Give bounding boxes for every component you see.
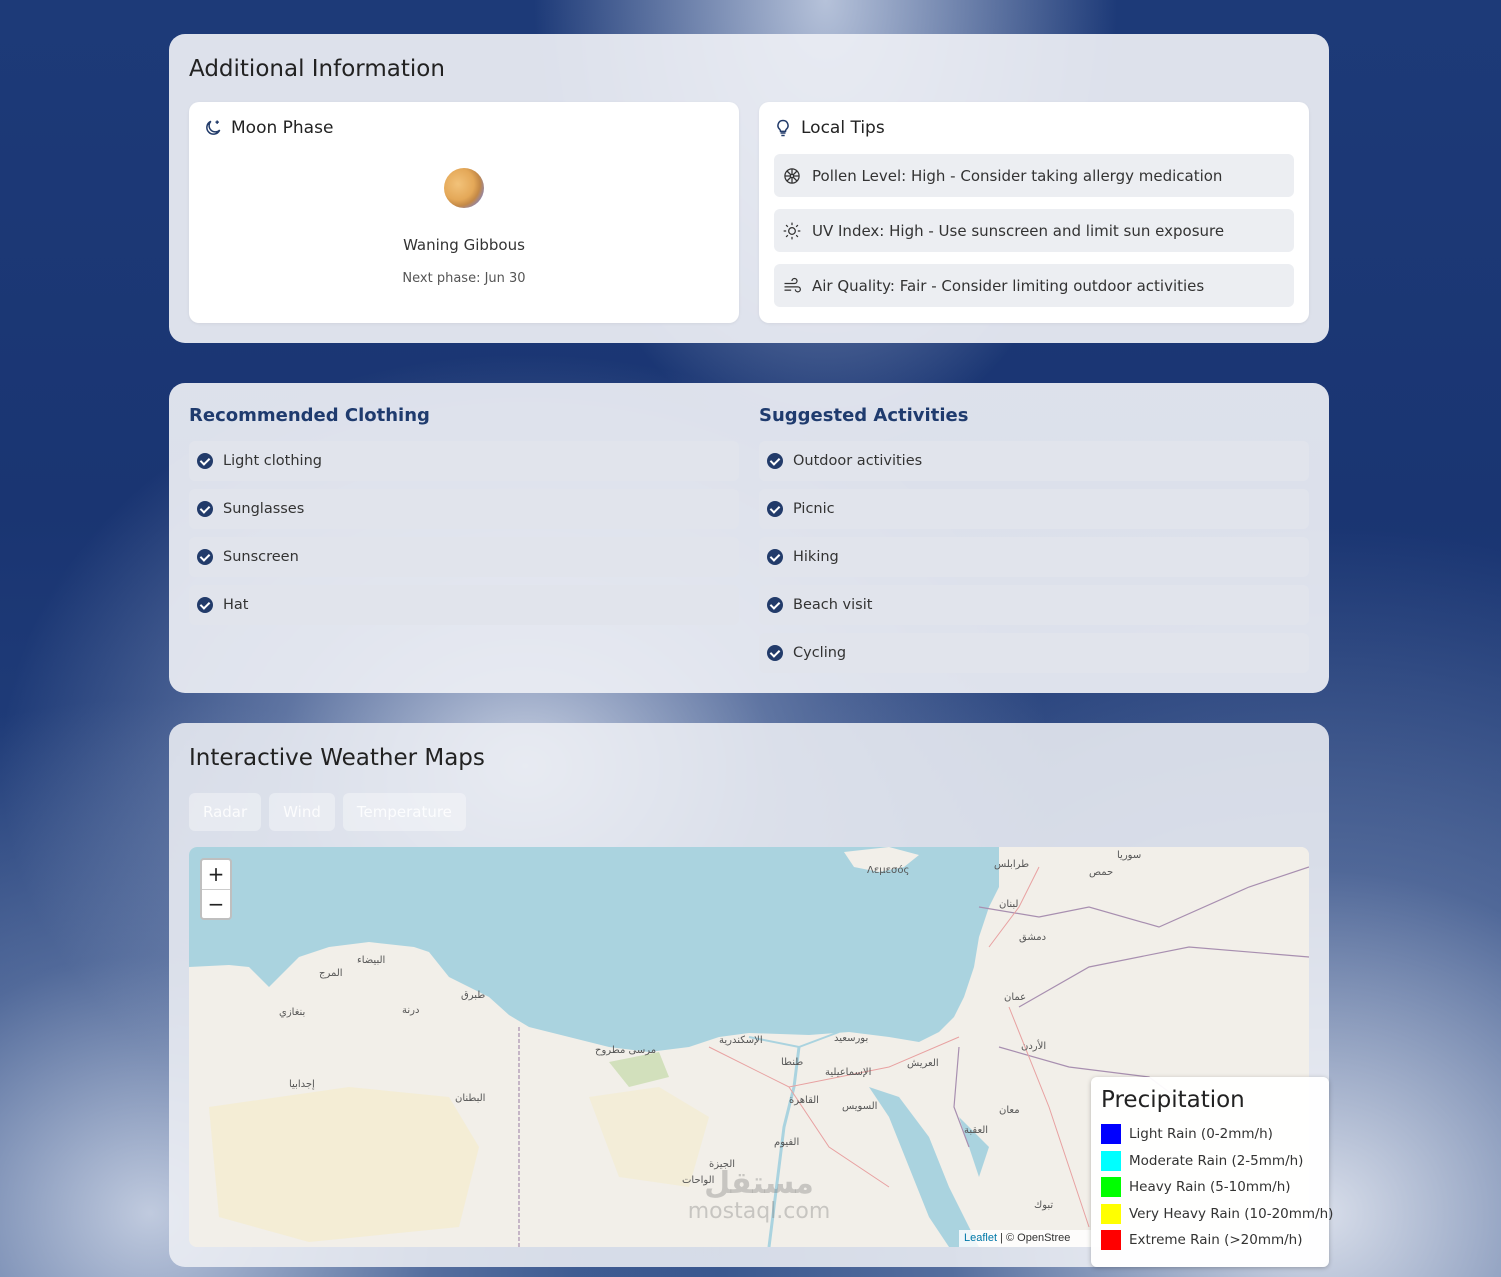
activity-item: Outdoor activities (759, 441, 1309, 481)
map-label: لبنان (999, 899, 1019, 910)
activity-item: Beach visit (759, 585, 1309, 625)
map-label: العقبة (964, 1125, 989, 1136)
watermark: مستقل mostaql.com (687, 1166, 831, 1224)
map-label: طبرق (461, 990, 486, 1001)
activities-title: Suggested Activities (759, 405, 969, 426)
legend-swatch (1101, 1150, 1121, 1171)
zoom-control: + − (200, 858, 232, 920)
tip-pollen: Pollen Level: High - Consider taking all… (774, 154, 1294, 197)
map-label: الإسماعيلية (825, 1067, 872, 1078)
clothing-title: Recommended Clothing (189, 405, 430, 426)
local-tips-heading: Local Tips (801, 118, 885, 138)
legend-item: Very Heavy Rain (10-20mm/h) (1101, 1201, 1333, 1228)
clothing-item: Light clothing (189, 441, 739, 481)
map-label: تبوك (1034, 1200, 1054, 1211)
map-label: دمشق (1019, 932, 1047, 943)
moon-phase-name: Waning Gibbous (403, 236, 525, 254)
moon-icon (206, 120, 221, 135)
tab-wind[interactable]: Wind (269, 793, 335, 831)
check-icon (197, 453, 213, 469)
additional-info-card: Additional Information Moon Phase Waning… (169, 34, 1329, 343)
legend-item: Extreme Rain (>20mm/h) (1101, 1227, 1319, 1254)
clothing-item: Hat (189, 585, 739, 625)
map-label: درنة (402, 1005, 420, 1016)
map-label: طرابلس (994, 859, 1030, 870)
map-label: الأردن (1021, 1041, 1047, 1052)
legend-item: Heavy Rain (5-10mm/h) (1101, 1174, 1319, 1201)
check-icon (767, 597, 783, 613)
legend-swatch (1101, 1124, 1121, 1145)
check-icon (197, 501, 213, 517)
zoom-out-button[interactable]: − (202, 890, 230, 919)
moon-phase-heading: Moon Phase (231, 118, 334, 138)
map-label: بنغازي (279, 1007, 306, 1018)
precipitation-legend: Precipitation Light Rain (0-2mm/h) Moder… (1091, 1077, 1333, 1267)
moon-phase-panel: Moon Phase Waning Gibbous Next phase: Ju… (189, 102, 739, 323)
activity-item: Cycling (759, 633, 1309, 673)
map-label: عمان (1004, 992, 1027, 1003)
map-label: سوريا (1117, 850, 1142, 861)
map-label: حمص (1089, 867, 1114, 878)
lightbulb-icon (777, 119, 789, 137)
check-icon (767, 549, 783, 565)
check-icon (197, 549, 213, 565)
tab-radar[interactable]: Radar (189, 793, 262, 831)
map-label: القاهرة (789, 1095, 819, 1106)
local-tips-panel: Local Tips Pollen Level: High - Consider… (759, 102, 1309, 323)
moon-next-phase: Next phase: Jun 30 (402, 271, 526, 286)
clothing-item: Sunscreen (189, 537, 739, 577)
sun-icon (783, 222, 801, 239)
map-label: المرج (319, 968, 343, 979)
map-label: العريش (907, 1058, 939, 1069)
map-label: معان (999, 1105, 1020, 1116)
wind-icon (784, 277, 801, 292)
pollen-icon (784, 167, 800, 184)
check-icon (767, 645, 783, 661)
map-label: البطنان (455, 1093, 486, 1104)
legend-swatch (1101, 1203, 1121, 1224)
legend-item: Light Rain (0-2mm/h) (1101, 1121, 1319, 1148)
check-icon (767, 501, 783, 517)
tip-uv: UV Index: High - Use sunscreen and limit… (774, 209, 1294, 252)
map-label: الإسكندرية (719, 1035, 763, 1046)
zoom-in-button[interactable]: + (202, 860, 230, 890)
moon-phase-image (444, 168, 484, 208)
map-tabs: Radar Wind Temperature (189, 793, 466, 831)
map-label: السويس (842, 1101, 878, 1112)
map-label: إجدابيا (289, 1079, 315, 1090)
legend-swatch (1101, 1177, 1121, 1198)
clothing-item: Sunglasses (189, 489, 739, 529)
map-label: الفيوم (774, 1137, 800, 1148)
check-icon (197, 597, 213, 613)
recommendations-card: Recommended Clothing Light clothing Sung… (169, 383, 1329, 693)
check-icon (767, 453, 783, 469)
additional-info-title: Additional Information (189, 56, 445, 82)
legend-swatch (1101, 1230, 1121, 1251)
map-label: Λεμεσός (867, 865, 910, 876)
map-label: بورسعيد (834, 1033, 869, 1044)
leaflet-link[interactable]: Leaflet (964, 1232, 997, 1244)
map-label: البيضاء (357, 955, 386, 966)
weather-maps-title: Interactive Weather Maps (189, 745, 485, 771)
tip-air-quality: Air Quality: Fair - Consider limiting ou… (774, 264, 1294, 307)
map-label: مرسى مطروح (595, 1045, 657, 1056)
legend-item: Moderate Rain (2-5mm/h) (1101, 1148, 1319, 1175)
tab-temperature[interactable]: Temperature (342, 793, 466, 831)
legend-title: Precipitation (1101, 1087, 1245, 1113)
activity-item: Hiking (759, 537, 1309, 577)
activity-item: Picnic (759, 489, 1309, 529)
map-label: طنطا (781, 1057, 804, 1068)
